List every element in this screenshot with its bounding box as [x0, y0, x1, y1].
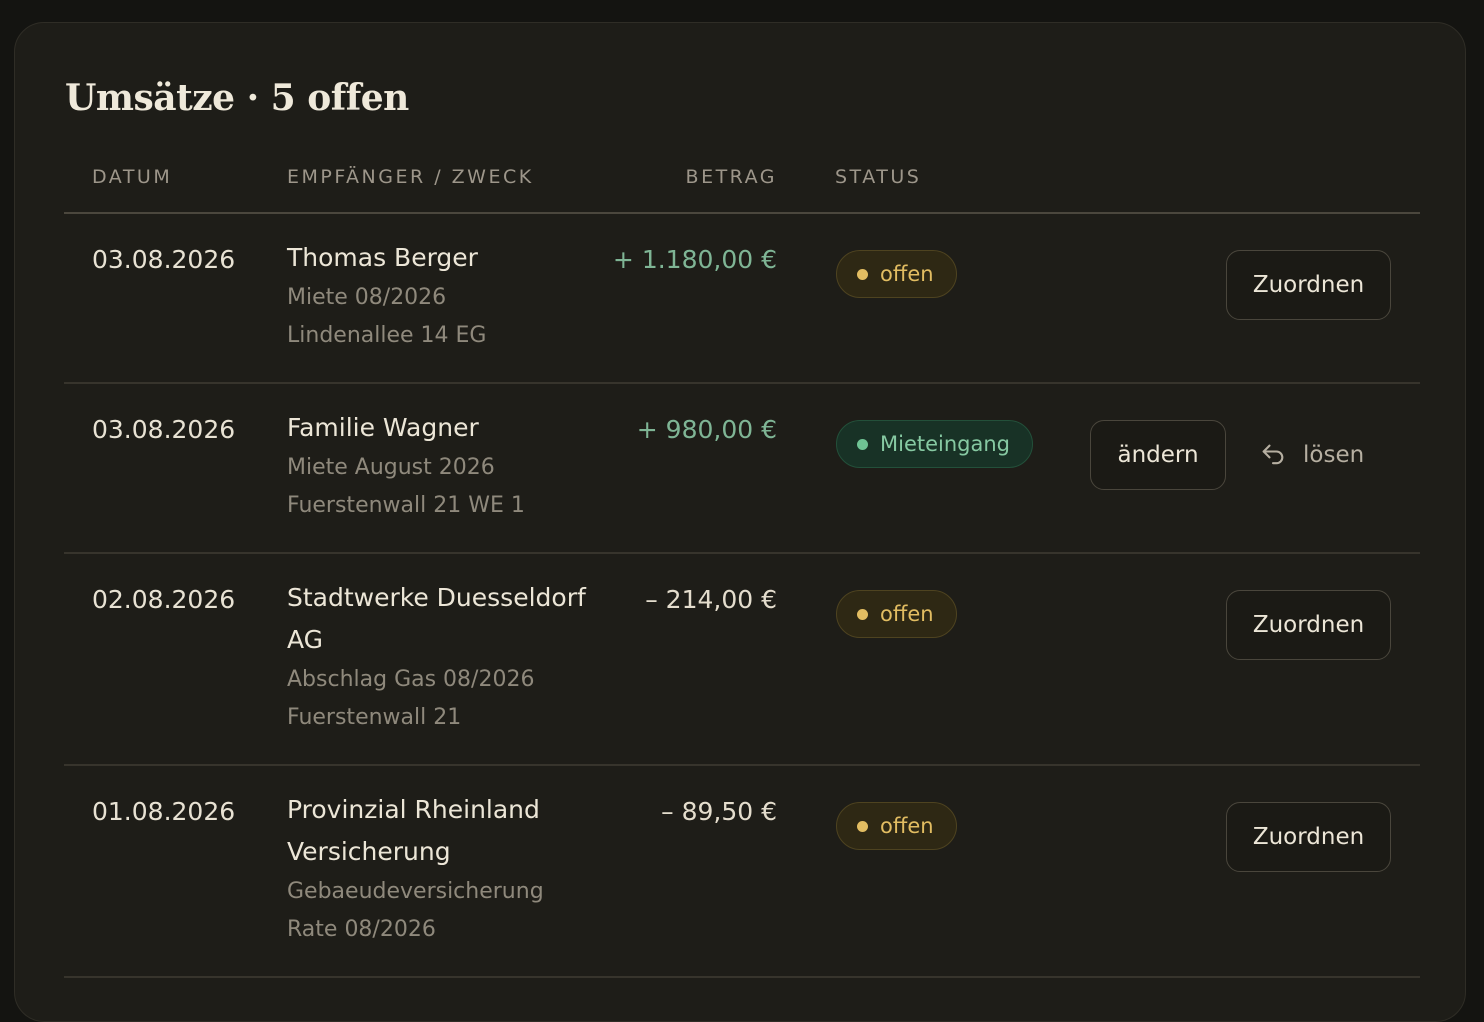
edit-button[interactable]: ändern	[1090, 420, 1226, 490]
transaction-date: 01.08.2026	[92, 797, 236, 826]
assign-button[interactable]: Zuordnen	[1226, 802, 1391, 872]
recipient-name: Thomas Berger	[287, 243, 478, 272]
assign-button[interactable]: Zuordnen	[1226, 250, 1391, 320]
transaction-date: 03.08.2026	[92, 415, 236, 444]
property-label: Fuerstenwall 21	[287, 705, 462, 730]
transaction-amount: + 980,00 €	[636, 415, 777, 444]
transaction-purpose: Miete August 2026	[287, 455, 495, 480]
status-label: offen	[880, 262, 934, 286]
row-divider	[64, 764, 1420, 766]
transaction-amount: – 214,00 €	[645, 585, 777, 614]
row-divider	[64, 382, 1420, 384]
transaction-date: 03.08.2026	[92, 245, 236, 274]
page-title: Umsätze · 5 offen	[65, 77, 409, 119]
column-header-status: STATUS	[835, 166, 922, 188]
status-badge: offen	[836, 590, 957, 638]
status-dot-icon	[857, 608, 868, 620]
recipient-cell: Provinzial Rheinland Versicherung Gebaeu…	[287, 795, 587, 949]
status-label: offen	[880, 814, 934, 838]
release-button[interactable]: lösen	[1259, 420, 1364, 490]
column-header-recipient: EMPFÄNGER / ZWECK	[287, 166, 534, 188]
status-badge: Mieteingang	[836, 420, 1034, 468]
status-badge: offen	[836, 802, 957, 850]
status-label: offen	[880, 602, 934, 626]
header-divider	[64, 212, 1420, 214]
property-label: Lindenallee 14 EG	[287, 323, 487, 348]
status-badge: offen	[836, 250, 957, 298]
recipient-cell: Thomas Berger Miete 08/2026 Lindenallee …	[287, 243, 587, 355]
transaction-purpose: Miete 08/2026	[287, 285, 447, 310]
undo-arrow-icon	[1262, 444, 1284, 465]
transaction-purpose: Gebaeudeversicherung	[287, 879, 544, 904]
recipient-cell: Stadtwerke Duesseldorf AG Abschlag Gas 0…	[287, 583, 587, 737]
status-dot-icon	[857, 820, 868, 832]
status-label: Mieteingang	[880, 432, 1011, 456]
transaction-date: 02.08.2026	[92, 585, 236, 614]
column-header-amount: BETRAG	[685, 166, 777, 188]
row-divider	[64, 976, 1420, 978]
release-label: lösen	[1303, 442, 1365, 468]
property-label: Fuerstenwall 21 WE 1	[287, 493, 525, 518]
status-dot-icon	[857, 438, 868, 450]
transaction-purpose: Abschlag Gas 08/2026	[287, 667, 535, 692]
recipient-cell: Familie Wagner Miete August 2026 Fuerste…	[287, 413, 587, 525]
transaction-amount: + 1.180,00 €	[612, 245, 777, 274]
column-header-date: DATUM	[92, 166, 173, 188]
property-label: Rate 08/2026	[287, 917, 436, 942]
recipient-name: Provinzial Rheinland Versicherung	[287, 795, 540, 866]
recipient-name: Stadtwerke Duesseldorf AG	[287, 583, 586, 654]
recipient-name: Familie Wagner	[287, 413, 479, 442]
transactions-card: Umsätze · 5 offen DATUM EMPFÄNGER / ZWEC…	[14, 22, 1466, 1022]
row-divider	[64, 552, 1420, 554]
status-dot-icon	[857, 268, 868, 280]
assign-button[interactable]: Zuordnen	[1226, 590, 1391, 660]
transaction-amount: – 89,50 €	[661, 797, 777, 826]
